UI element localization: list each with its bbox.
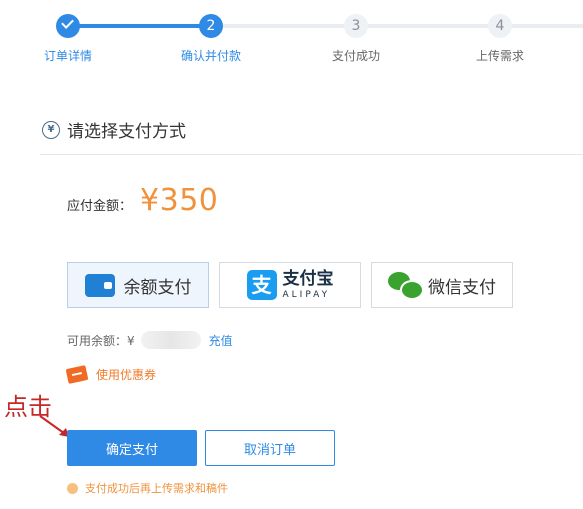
notice-text: 支付成功后再上传需求和稿件	[85, 482, 228, 495]
wechat-icon	[388, 272, 424, 300]
step-number: 2	[199, 14, 223, 38]
cancel-order-button[interactable]: 取消订单	[205, 430, 335, 466]
section-header: ¥ 请选择支付方式	[42, 117, 186, 142]
pay-method-alipay[interactable]: 支 支付宝 ALIPAY	[219, 262, 361, 308]
step-number: 4	[488, 14, 512, 38]
step-done-icon	[56, 14, 80, 38]
amount-due: 应付金额： ¥350	[67, 183, 218, 218]
progress-stepper: 订单详情 2 确认并付款 3 支付成功 4 上传需求	[0, 0, 583, 72]
check-icon	[61, 16, 74, 29]
section-title: 请选择支付方式	[67, 122, 186, 142]
alipay-label-cn: 支付宝	[282, 268, 334, 289]
divider	[40, 154, 583, 155]
step-label: 支付成功	[331, 49, 380, 63]
step-upload-requirements: 4 上传需求	[440, 0, 560, 64]
use-coupon[interactable]: 使用优惠券	[65, 365, 157, 384]
alipay-label-en: ALIPAY	[282, 289, 331, 300]
coupon-label: 使用优惠券	[96, 368, 157, 382]
amount-value: ¥350	[140, 183, 219, 218]
amount-label: 应付金额：	[67, 199, 133, 214]
step-label: 订单详情	[43, 49, 92, 63]
available-balance: 可用余额：¥ 充值	[67, 331, 233, 349]
step-confirm-pay: 2 确认并付款	[151, 0, 271, 64]
wallet-icon	[84, 273, 115, 297]
step-label: 上传需求	[475, 49, 524, 63]
step-pay-success: 3 支付成功	[296, 0, 416, 64]
ticket-icon	[65, 365, 89, 384]
info-dot-icon	[67, 482, 78, 494]
step-number: 3	[344, 14, 368, 38]
pay-method-label: 余额支付	[123, 277, 192, 298]
pay-method-balance[interactable]: 余额支付	[67, 262, 209, 308]
alipay-logo-text: 支付宝 ALIPAY	[282, 268, 334, 300]
confirm-pay-button[interactable]: 确定支付	[67, 430, 197, 466]
pay-method-wechat[interactable]: 微信支付	[371, 262, 513, 308]
step-label: 确认并付款	[180, 49, 241, 63]
balance-value-blurred	[140, 331, 201, 349]
notice: 支付成功后再上传需求和稿件	[67, 480, 228, 496]
balance-label: 可用余额：¥	[67, 333, 135, 348]
step-order-details: 订单详情	[8, 0, 128, 64]
alipay-icon: 支	[246, 270, 277, 300]
pay-method-label: 微信支付	[428, 277, 496, 298]
yen-circle-icon: ¥	[42, 120, 60, 139]
recharge-link[interactable]: 充值	[209, 332, 233, 349]
